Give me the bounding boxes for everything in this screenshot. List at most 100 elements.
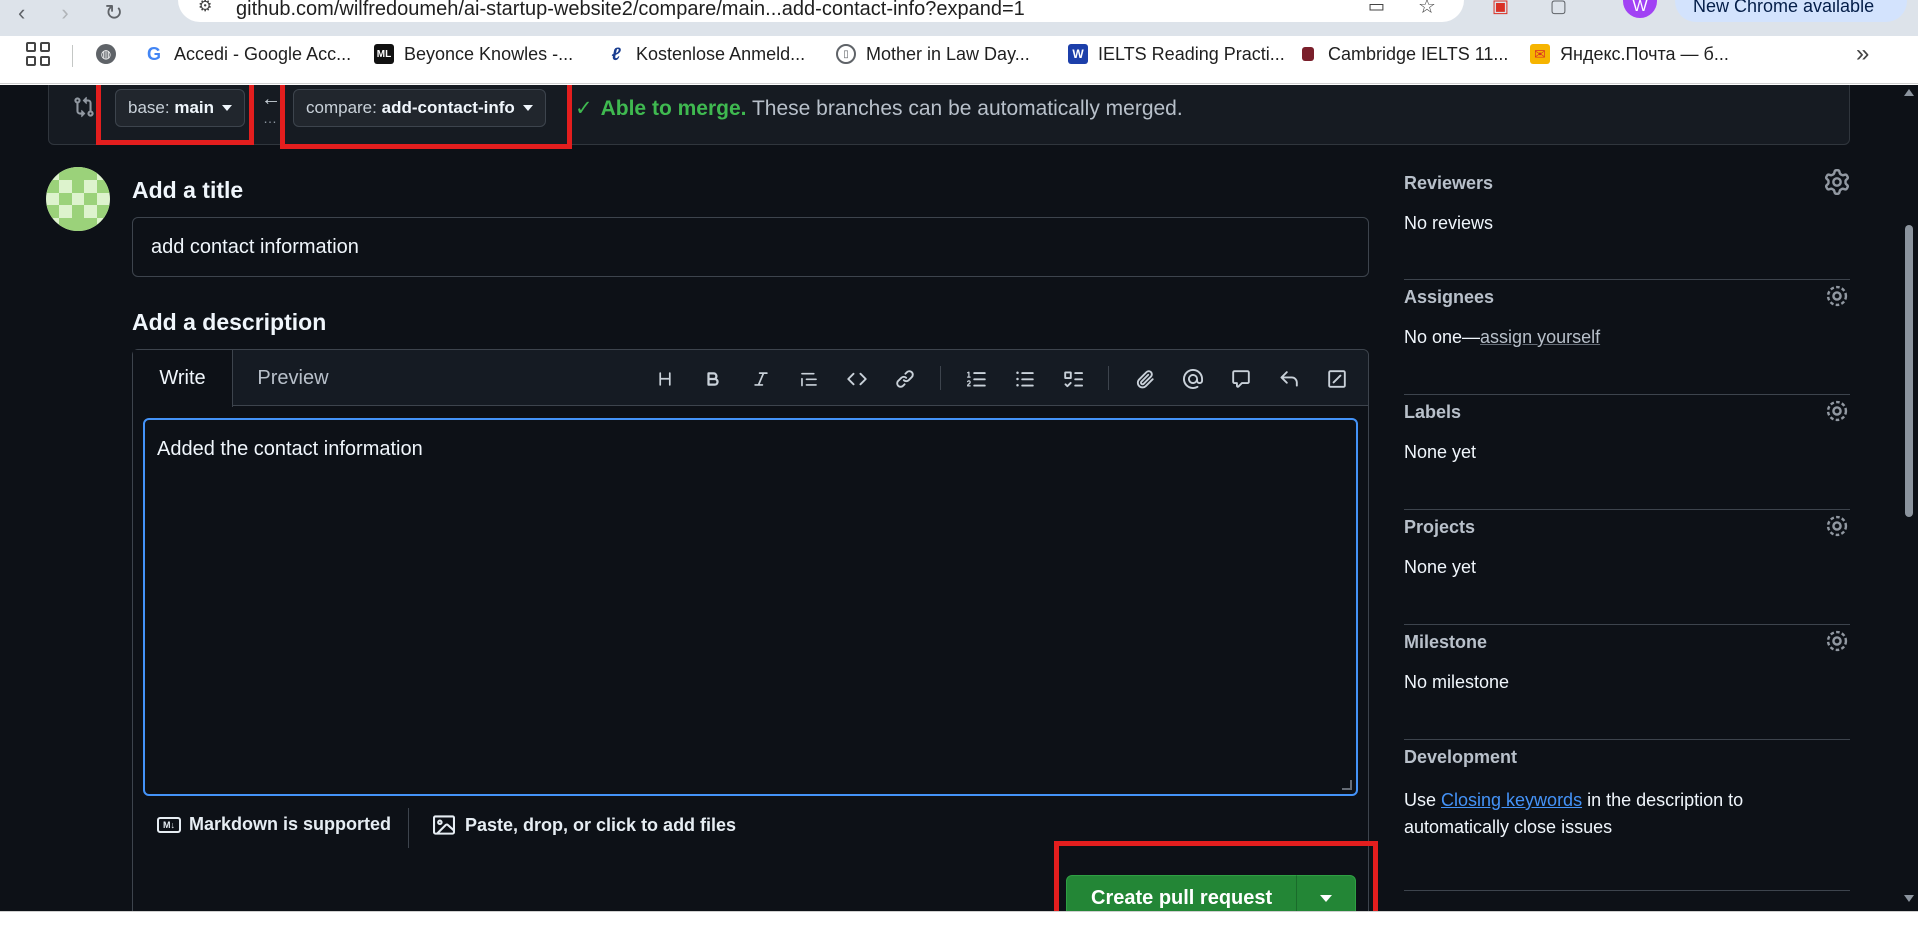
more-bookmarks-icon[interactable]: » [1856, 40, 1869, 68]
site-info-icon[interactable]: ⚙ [198, 0, 212, 16]
resize-handle-icon[interactable] [1342, 780, 1352, 790]
extension-icon[interactable]: ▣ [1492, 0, 1516, 16]
tab-write[interactable]: Write [133, 350, 233, 407]
labels-value: None yet [1404, 442, 1477, 462]
profile-avatar[interactable]: W [1623, 0, 1657, 18]
markdown-note: Markdown is supported [189, 814, 392, 834]
base-branch-selector[interactable]: base: main [115, 89, 246, 127]
slash-command-icon[interactable] [1324, 366, 1350, 392]
bookmark-item[interactable]: Cambridge IELTS 11... [1302, 42, 1508, 66]
milestone-value: No milestone [1404, 672, 1510, 692]
projects-value: None yet [1404, 557, 1477, 577]
profile-initial: W [1632, 0, 1648, 15]
bookmark-item[interactable]: ML Beyonce Knowles -... [374, 42, 573, 66]
title-input[interactable] [132, 217, 1369, 277]
gear-icon[interactable] [1824, 169, 1850, 195]
merge-status: ✓ Able to merge. These branches can be au… [575, 96, 1183, 121]
avatar[interactable] [46, 167, 110, 231]
gear-icon[interactable] [1824, 283, 1850, 309]
compare-arrows-icon [74, 96, 94, 118]
labels-title: Labels [1404, 402, 1462, 422]
bookmark-label: IELTS Reading Practi... [1098, 43, 1285, 64]
unordered-list-icon[interactable] [1012, 366, 1038, 392]
scroll-up-icon[interactable] [1904, 89, 1914, 96]
assign-yourself-link[interactable]: assign yourself [1480, 327, 1600, 347]
attach-icon[interactable] [1132, 366, 1158, 392]
bookmark-star-icon[interactable]: ☆ [1418, 0, 1436, 19]
milestone-title: Milestone [1404, 632, 1488, 652]
page-scrollbar[interactable] [1900, 85, 1918, 911]
attach-files-button[interactable]: Paste, drop, or click to add files [433, 814, 736, 836]
gear-icon[interactable] [1824, 513, 1850, 539]
bookmark-item[interactable]: ✉ Яндекс.Почта — б... [1530, 42, 1729, 66]
compare-branch-selector[interactable]: compare: add-contact-info [293, 89, 546, 127]
address-bar[interactable]: ⚙ github.com/wilfredoumeh/ai-startup-web… [178, 0, 1464, 22]
compare-branch-name: add-contact-info [381, 98, 515, 117]
sidebar-milestone: Milestone No milestone [1404, 630, 1850, 740]
tab-preview[interactable]: Preview [233, 350, 353, 407]
sidebar-assignees: Assignees No one—assign yourself [1404, 285, 1850, 395]
description-textarea[interactable]: Added the contact information [143, 418, 1358, 796]
italic-icon[interactable] [748, 366, 774, 392]
bookmark-item[interactable]: ℓ Kostenlose Anmeld... [606, 42, 805, 66]
task-list-icon[interactable] [1060, 366, 1086, 392]
mention-icon[interactable] [1180, 366, 1206, 392]
bookmark-label: Accedi - Google Acc... [174, 43, 352, 64]
update-chrome-button[interactable]: New Chrome available [1675, 0, 1907, 22]
markdown-supported-link[interactable]: M↓ Markdown is supported [157, 814, 391, 835]
merge-status-text: These branches can be automatically merg… [751, 97, 1183, 120]
bold-icon[interactable] [700, 366, 726, 392]
gear-icon[interactable] [1824, 628, 1850, 654]
apps-grid-icon[interactable] [26, 42, 50, 66]
editor-footer: M↓ Markdown is supported Paste, drop, or… [133, 802, 1368, 852]
description-editor: Write Preview Added the contact informat… [132, 349, 1369, 911]
development-title: Development [1404, 747, 1518, 767]
quote-icon[interactable] [796, 366, 822, 392]
update-chrome-label: New Chrome available [1693, 0, 1875, 16]
footer-separator [408, 808, 409, 848]
back-icon[interactable]: ‹ [18, 0, 25, 26]
bookmark-globe[interactable]: ◍ [96, 42, 126, 66]
reload-icon[interactable]: ↻ [105, 0, 123, 26]
google-icon: G [144, 44, 164, 64]
heading-icon[interactable] [652, 366, 678, 392]
create-options-dropdown[interactable] [1296, 875, 1356, 911]
reply-icon[interactable] [1276, 366, 1302, 392]
extensions-puzzle-icon[interactable]: ▢ [1550, 0, 1574, 16]
reference-icon[interactable] [1228, 366, 1254, 392]
check-icon: ✓ [575, 97, 593, 120]
base-prefix: base: [128, 98, 170, 117]
editor-header: Write Preview [133, 350, 1368, 407]
bookmark-label: Mother in Law Day... [866, 43, 1030, 64]
code-icon[interactable] [844, 366, 870, 392]
scrollbar-thumb[interactable] [1905, 225, 1913, 517]
link-icon[interactable] [892, 366, 918, 392]
development-text: Use Closing keywords in the description … [1404, 787, 1804, 841]
cast-icon[interactable]: ▭ [1368, 0, 1385, 17]
development-prefix: Use [1404, 790, 1442, 810]
bookmarks-separator [72, 45, 73, 67]
compare-prefix: compare: [306, 98, 377, 117]
chevron-down-icon [522, 105, 533, 111]
forward-icon[interactable]: › [61, 0, 68, 26]
gear-icon[interactable] [1824, 398, 1850, 424]
scroll-down-icon[interactable] [1904, 895, 1914, 902]
bookmark-item[interactable]: ▯ Mother in Law Day... [836, 42, 1030, 66]
github-compare-page: base: main ← … compare: add-contact-info… [0, 85, 1900, 911]
bookmark-label: Kostenlose Anmeld... [636, 43, 806, 64]
bookmark-item[interactable]: G Accedi - Google Acc... [144, 42, 351, 66]
bookmark-item[interactable]: W IELTS Reading Practi... [1068, 42, 1285, 66]
create-pull-request-button[interactable]: Create pull request [1066, 875, 1298, 911]
bookmark-label: Яндекс.Почта — б... [1560, 43, 1729, 64]
closing-keywords-link[interactable]: Closing keywords [1441, 790, 1582, 810]
signature-icon: ℓ [606, 44, 626, 64]
bookmark-label: Cambridge IELTS 11... [1328, 43, 1509, 64]
toolbar-separator [1108, 366, 1109, 390]
ordered-list-icon[interactable] [964, 366, 990, 392]
book-icon [1302, 47, 1314, 61]
sidebar-development: Development Use Closing keywords in the … [1404, 747, 1850, 891]
globe-icon: ◍ [96, 44, 116, 64]
markdown-icon: M↓ [157, 816, 181, 833]
address-url[interactable]: github.com/wilfredoumeh/ai-startup-websi… [236, 0, 1025, 21]
description-text: Added the contact information [157, 438, 423, 460]
